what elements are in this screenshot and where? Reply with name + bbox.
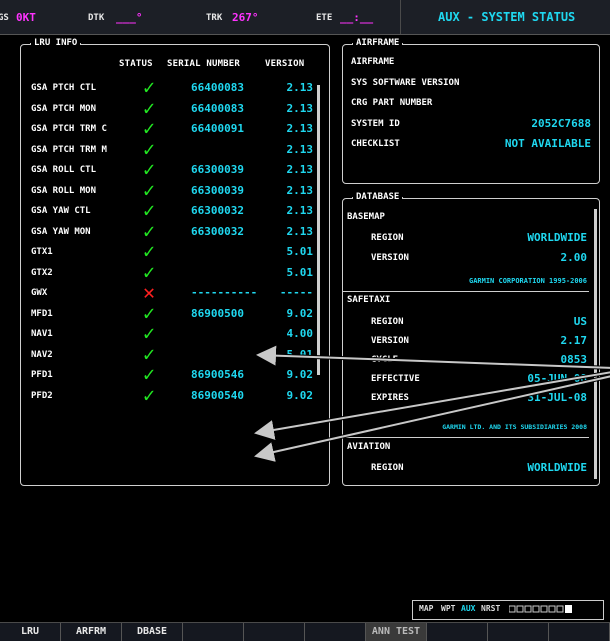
callout-arrows <box>254 345 610 462</box>
arrow-icon <box>254 374 610 462</box>
arrow-icon <box>256 345 610 370</box>
arrow-icon <box>254 370 610 440</box>
